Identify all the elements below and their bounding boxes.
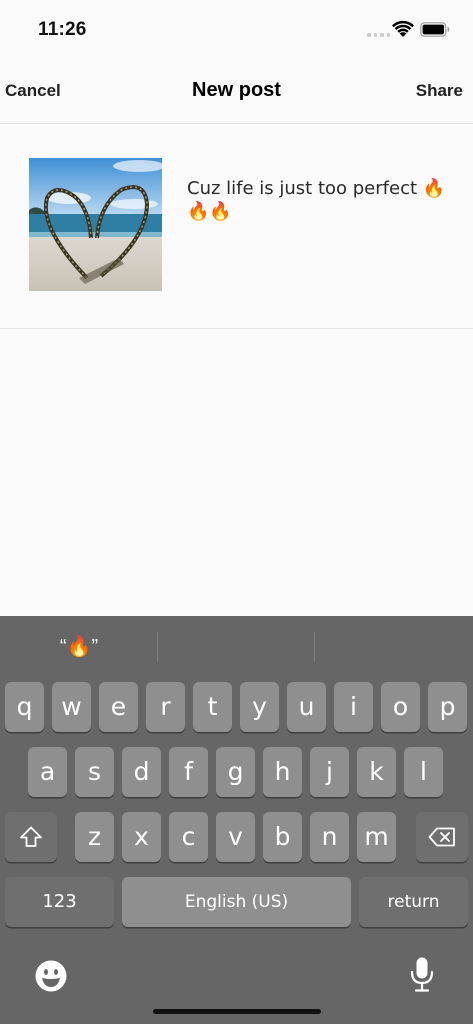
key-m[interactable]: m	[357, 812, 396, 862]
key-j[interactable]: j	[310, 747, 349, 797]
post-thumbnail-image[interactable]	[29, 158, 162, 291]
key-w[interactable]: w	[52, 682, 91, 732]
post-composer: Cuz life is just too perfect 🔥🔥🔥	[0, 125, 473, 329]
page-title: New post	[192, 79, 281, 101]
suggestion-divider	[157, 632, 158, 662]
key-o[interactable]: o	[381, 682, 420, 732]
status-time: 11:26	[38, 19, 87, 40]
key-f[interactable]: f	[169, 747, 208, 797]
share-button[interactable]: Share	[416, 81, 463, 101]
key-b[interactable]: b	[263, 812, 302, 862]
space-key[interactable]: English (US)	[122, 877, 351, 927]
emoji-icon[interactable]	[34, 959, 68, 993]
wifi-icon	[392, 20, 414, 37]
key-s[interactable]: s	[75, 747, 114, 797]
key-z[interactable]: z	[75, 812, 114, 862]
shift-key[interactable]	[5, 812, 57, 862]
home-indicator[interactable]	[153, 1009, 321, 1014]
key-q[interactable]: q	[5, 682, 44, 732]
suggestion-bar: “🔥”	[0, 616, 473, 678]
key-g[interactable]: g	[216, 747, 255, 797]
key-c[interactable]: c	[169, 812, 208, 862]
key-l[interactable]: l	[404, 747, 443, 797]
delete-key[interactable]	[416, 812, 468, 862]
key-p[interactable]: p	[428, 682, 467, 732]
key-a[interactable]: a	[28, 747, 67, 797]
signal-icon	[367, 33, 390, 37]
key-r[interactable]: r	[146, 682, 185, 732]
keyboard: “🔥” q w e r t y u i o p a s d f g h j k …	[0, 616, 473, 1024]
suggestion-item[interactable]: “🔥”	[0, 634, 158, 659]
shift-icon	[20, 826, 42, 847]
key-v[interactable]: v	[216, 812, 255, 862]
caption-text[interactable]: Cuz life is just too perfect 🔥🔥🔥	[187, 177, 457, 223]
key-x[interactable]: x	[122, 812, 161, 862]
key-k[interactable]: k	[357, 747, 396, 797]
return-key[interactable]: return	[359, 877, 468, 927]
key-d[interactable]: d	[122, 747, 161, 797]
nav-bar: Cancel New post Share	[0, 58, 473, 124]
battery-icon	[420, 22, 450, 37]
key-e[interactable]: e	[99, 682, 138, 732]
microphone-icon[interactable]	[409, 956, 435, 994]
key-h[interactable]: h	[263, 747, 302, 797]
key-n[interactable]: n	[310, 812, 349, 862]
key-y[interactable]: y	[240, 682, 279, 732]
key-i[interactable]: i	[334, 682, 373, 732]
delete-icon	[428, 827, 455, 847]
numbers-key[interactable]: 123	[5, 877, 114, 927]
key-u[interactable]: u	[287, 682, 326, 732]
suggestion-divider	[314, 632, 315, 662]
status-bar: 11:26	[0, 0, 473, 58]
key-t[interactable]: t	[193, 682, 232, 732]
